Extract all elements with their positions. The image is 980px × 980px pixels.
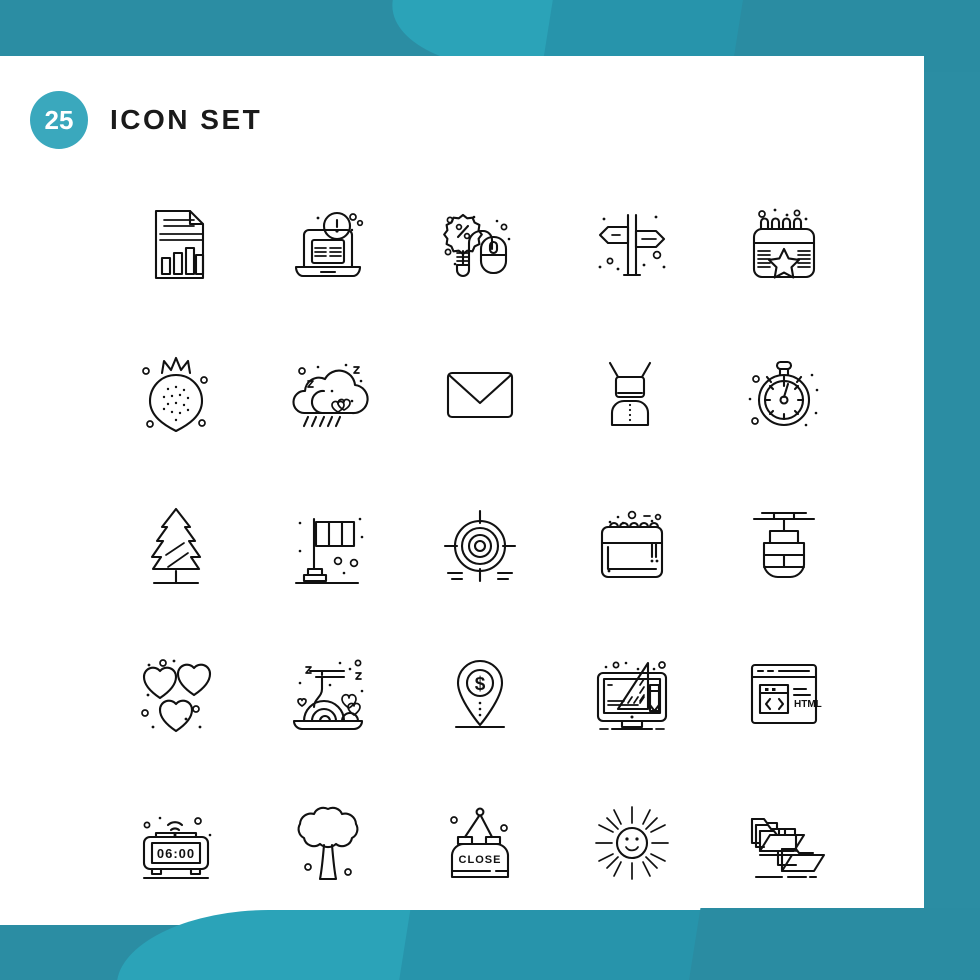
icon-cell-2[interactable]: [252, 168, 404, 318]
icon-cell-22[interactable]: [252, 768, 404, 918]
smiling-sun-icon: [595, 806, 669, 880]
icon-cell-20[interactable]: HTML: [708, 618, 860, 768]
stopwatch-icon: [748, 360, 819, 427]
icon-cell-16[interactable]: [100, 618, 252, 768]
discount-mouse-icon: [443, 213, 511, 278]
icon-cell-3[interactable]: [404, 168, 556, 318]
three-hearts-icon: [141, 659, 212, 733]
icon-cell-6[interactable]: [100, 318, 252, 468]
calendar-icon: [600, 510, 664, 579]
calendar-star-icon: [752, 208, 816, 279]
icon-cell-12[interactable]: [252, 468, 404, 618]
browser-html-code-icon: HTML: [750, 663, 822, 725]
icon-count-badge: 25: [30, 91, 88, 149]
signpost-directions-icon: [598, 213, 666, 277]
icon-cell-13[interactable]: [404, 468, 556, 618]
icon-cell-9[interactable]: [556, 318, 708, 468]
icon-cell-15[interactable]: [708, 468, 860, 618]
icon-cell-1[interactable]: [100, 168, 252, 318]
laptop-alert-icon: [294, 211, 364, 278]
icon-cell-19[interactable]: [556, 618, 708, 768]
rain-cloud-hearts-icon: [292, 363, 369, 428]
html-label: HTML: [794, 699, 822, 710]
target-bullseye-icon: [443, 509, 517, 583]
icon-cell-17[interactable]: [252, 618, 404, 768]
page-title: ICON SET: [110, 104, 263, 135]
icon-cell-7[interactable]: [252, 318, 404, 468]
icon-grid: $ HTML 06:00 CLOSE: [100, 168, 860, 918]
close-sign-label: CLOSE: [459, 854, 502, 866]
icon-cell-10[interactable]: [708, 318, 860, 468]
envelope-mail-icon: [446, 371, 514, 419]
icon-cell-4[interactable]: [556, 168, 708, 318]
close-sign-icon: CLOSE: [450, 807, 510, 879]
dollar-location-pin-icon: $: [454, 659, 506, 729]
icon-cell-25[interactable]: [708, 768, 860, 918]
icon-cell-23[interactable]: CLOSE: [404, 768, 556, 918]
icon-cell-8[interactable]: [404, 318, 556, 468]
icon-cell-11[interactable]: [100, 468, 252, 618]
document-bar-chart-icon: [154, 209, 205, 280]
icon-cell-5[interactable]: [708, 168, 860, 318]
tree-icon: [297, 806, 359, 881]
folders-structure-icon: [750, 817, 826, 879]
pine-tree-icon: [150, 507, 202, 585]
digital-alarm-clock-icon: 06:00: [142, 816, 212, 880]
poster-canvas: 25 ICON SET $ HTML 06:00 CLOSE: [0, 0, 980, 980]
ribbon-bottom-mid: [389, 910, 711, 980]
icon-cell-24[interactable]: [556, 768, 708, 918]
dollar-symbol: $: [475, 674, 486, 695]
strawberry-icon: [142, 356, 208, 433]
icon-cell-21[interactable]: 06:00: [100, 768, 252, 918]
icon-cell-14[interactable]: [556, 468, 708, 618]
pasta-romantic-dinner-icon: [292, 659, 364, 731]
clock-time-display: 06:00: [157, 846, 195, 861]
retro-television-icon: [608, 361, 652, 427]
cable-car-icon: [752, 511, 816, 579]
icon-cell-18[interactable]: $: [404, 618, 556, 768]
header: 25 ICON SET: [0, 56, 924, 168]
flag-pole-icon: [294, 517, 364, 585]
white-card: 25 ICON SET $ HTML 06:00 CLOSE: [0, 56, 924, 925]
ribbon-bottom-dark: [679, 908, 980, 980]
monitor-design-tools-icon: [596, 661, 668, 731]
